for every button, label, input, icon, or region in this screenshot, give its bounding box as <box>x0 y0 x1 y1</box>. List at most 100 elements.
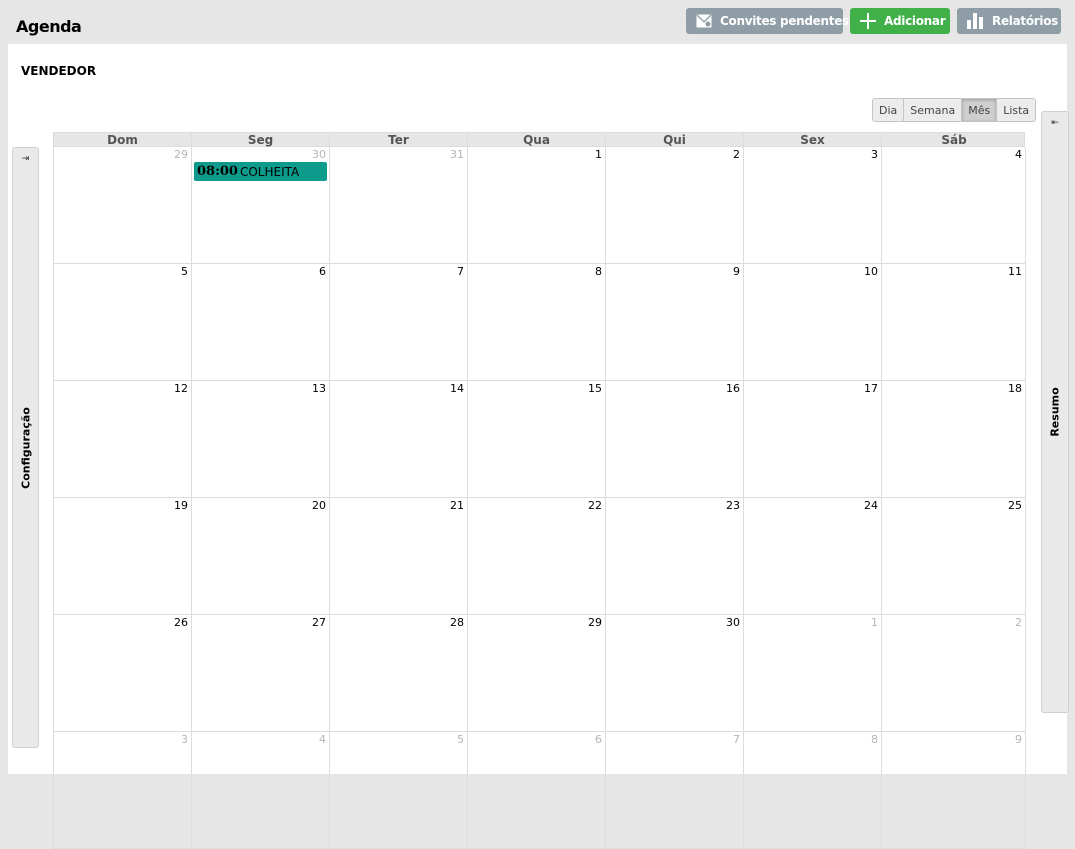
day-number: 5 <box>181 265 188 278</box>
day-cell[interactable]: 17 <box>744 381 882 498</box>
view-month-button[interactable]: Mês <box>962 99 998 121</box>
day-cell[interactable]: 8 <box>468 264 606 381</box>
day-cell[interactable]: 1 <box>744 615 882 732</box>
day-number: 19 <box>174 499 188 512</box>
day-number: 16 <box>726 382 740 395</box>
reports-label: Relatórios <box>992 14 1058 28</box>
day-number: 5 <box>457 733 464 746</box>
day-cell[interactable]: 5 <box>54 264 192 381</box>
config-label: Configuração <box>19 406 32 489</box>
add-label: Adicionar <box>884 14 946 28</box>
day-number: 6 <box>319 265 326 278</box>
day-cell[interactable]: 14 <box>330 381 468 498</box>
day-cell[interactable]: 9 <box>606 264 744 381</box>
section-title: VENDEDOR <box>21 64 97 78</box>
day-cell[interactable]: 7 <box>606 732 744 849</box>
day-cell[interactable]: 9 <box>882 732 1026 849</box>
day-cell[interactable]: 10 <box>744 264 882 381</box>
day-number: 2 <box>1015 616 1022 629</box>
day-number: 26 <box>174 616 188 629</box>
view-list-button[interactable]: Lista <box>997 99 1035 121</box>
pending-invites-button[interactable]: Convites pendentes <box>686 8 849 34</box>
day-cell[interactable]: 4 <box>192 732 330 849</box>
day-cell[interactable]: 3 <box>54 732 192 849</box>
config-side-panel-toggle[interactable]: ⇥ Configuração <box>12 147 39 748</box>
day-cell[interactable]: 11 <box>882 264 1026 381</box>
day-cell[interactable]: 7 <box>330 264 468 381</box>
day-cell[interactable]: 31 <box>330 147 468 264</box>
weekday-label: Sáb <box>941 133 967 147</box>
day-cell[interactable]: 8 <box>744 732 882 849</box>
day-number: 2 <box>733 148 740 161</box>
summary-side-panel-toggle[interactable]: ⇤ Resumo <box>1041 111 1069 713</box>
day-cell[interactable]: 16 <box>606 381 744 498</box>
day-cell[interactable]: 1 <box>468 147 606 264</box>
calendar-event[interactable]: 08:00 COLHEITA <box>194 162 327 181</box>
weekday-label: Qui <box>606 133 744 147</box>
page-title: Agenda <box>16 17 82 36</box>
day-number: 9 <box>1015 733 1022 746</box>
view-switch: Dia Semana Mês Lista <box>872 98 1037 122</box>
day-number: 15 <box>588 382 602 395</box>
summary-label: Resumo <box>1048 387 1062 437</box>
day-number: 7 <box>457 265 464 278</box>
add-button[interactable]: Adicionar <box>850 8 950 34</box>
day-number: 9 <box>733 265 740 278</box>
plus-icon <box>860 13 876 29</box>
day-cell[interactable]: 5 <box>330 732 468 849</box>
day-cell[interactable]: 30 <box>606 615 744 732</box>
day-cell[interactable]: 18 <box>882 381 1026 498</box>
day-number: 29 <box>588 616 602 629</box>
day-number: 4 <box>319 733 326 746</box>
day-number: 30 <box>726 616 740 629</box>
day-cell[interactable]: 20 <box>192 498 330 615</box>
day-number: 20 <box>312 499 326 512</box>
day-number: 30 <box>312 148 326 161</box>
weekday-label: Ter <box>330 133 468 147</box>
day-number: 13 <box>312 382 326 395</box>
day-cell[interactable]: 24 <box>744 498 882 615</box>
day-cell[interactable]: 13 <box>192 381 330 498</box>
day-number: 27 <box>312 616 326 629</box>
reports-button[interactable]: Relatórios <box>957 8 1061 34</box>
day-number: 7 <box>733 733 740 746</box>
view-week-button[interactable]: Semana <box>904 99 963 121</box>
day-cell[interactable]: 15 <box>468 381 606 498</box>
day-cell[interactable]: 29 <box>468 615 606 732</box>
day-cell[interactable]: 6 <box>192 264 330 381</box>
weekday-label: Dom <box>54 133 192 147</box>
day-cell[interactable]: 30 08:00 COLHEITA <box>192 147 330 264</box>
day-number: 17 <box>864 382 878 395</box>
weekday-header: Dom Seg Ter Qua Qui Sex Sáb <box>53 132 1025 147</box>
event-time: 08:00 <box>197 164 238 179</box>
day-number: 12 <box>174 382 188 395</box>
day-cell[interactable]: 23 <box>606 498 744 615</box>
day-cell[interactable]: 28 <box>330 615 468 732</box>
day-cell[interactable]: 2 <box>606 147 744 264</box>
day-cell[interactable]: 3 <box>744 147 882 264</box>
day-cell[interactable]: 25 <box>882 498 1026 615</box>
view-day-button[interactable]: Dia <box>873 99 905 121</box>
day-cell[interactable]: 21 <box>330 498 468 615</box>
expand-right-icon: ⇥ <box>21 154 30 164</box>
day-cell[interactable]: 4 <box>882 147 1026 264</box>
day-cell[interactable]: 6 <box>468 732 606 849</box>
day-number: 24 <box>864 499 878 512</box>
day-cell[interactable]: 2 <box>882 615 1026 732</box>
day-cell[interactable]: 26 <box>54 615 192 732</box>
day-cell[interactable]: 19 <box>54 498 192 615</box>
day-number: 10 <box>864 265 878 278</box>
pending-invites-label: Convites pendentes <box>720 14 849 28</box>
day-cell[interactable]: 29 <box>54 147 192 264</box>
day-number: 18 <box>1008 382 1022 395</box>
main-panel: VENDEDOR Dia Semana Mês Lista ⇥ Configur… <box>8 44 1069 849</box>
day-number: 3 <box>181 733 188 746</box>
weekday-label: Seg <box>192 133 330 147</box>
day-number: 8 <box>871 733 878 746</box>
day-cell[interactable]: 27 <box>192 615 330 732</box>
envelope-icon <box>696 14 712 28</box>
day-cell[interactable]: 12 <box>54 381 192 498</box>
day-number: 21 <box>450 499 464 512</box>
day-number: 25 <box>1008 499 1022 512</box>
day-cell[interactable]: 22 <box>468 498 606 615</box>
